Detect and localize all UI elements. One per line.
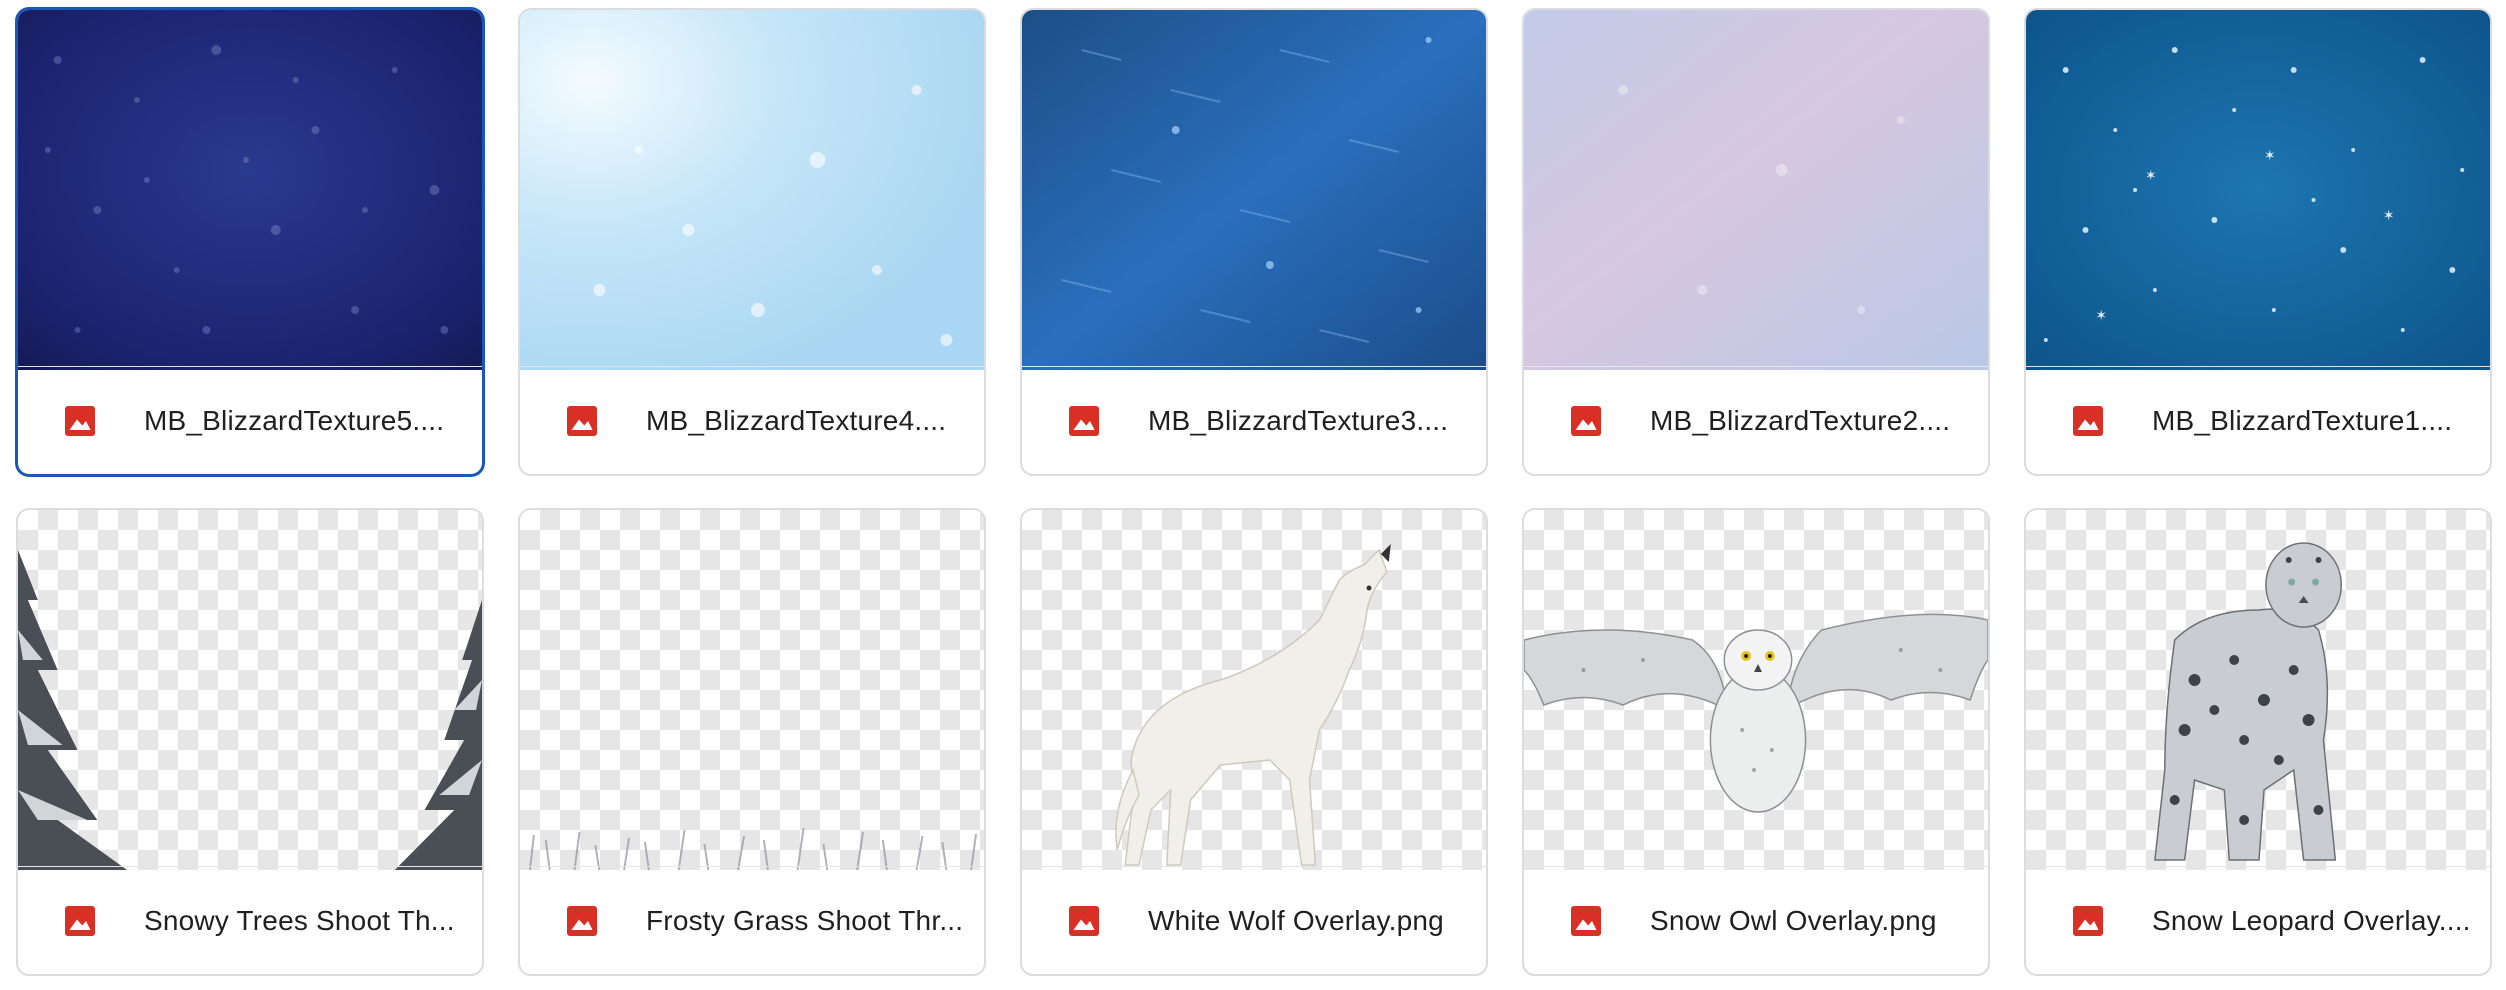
- file-card[interactable]: MB_BlizzardTexture5....: [16, 8, 484, 476]
- file-card[interactable]: Snow Leopard Overlay....: [2024, 508, 2492, 976]
- file-name: MB_BlizzardTexture1....: [2152, 404, 2453, 436]
- image-file-icon: [65, 905, 95, 936]
- file-thumbnail: [1022, 510, 1486, 870]
- file-thumbnail: [18, 510, 482, 870]
- file-card[interactable]: Frosty Grass Shoot Thr...: [518, 508, 986, 976]
- file-thumbnail: [1524, 10, 1988, 370]
- svg-text:✶: ✶: [2383, 208, 2395, 224]
- file-name: Frosty Grass Shoot Thr...: [646, 904, 964, 936]
- file-name: MB_BlizzardTexture3....: [1148, 404, 1449, 436]
- svg-text:✶: ✶: [2145, 168, 2157, 184]
- file-name: White Wolf Overlay.png: [1148, 904, 1444, 936]
- file-name: Snowy Trees Shoot Th...: [144, 904, 455, 936]
- file-card[interactable]: MB_BlizzardTexture2....: [1522, 8, 1990, 476]
- file-footer: MB_BlizzardTexture1....: [2026, 366, 2490, 474]
- image-file-icon: [1571, 905, 1601, 936]
- file-footer: MB_BlizzardTexture3....: [1022, 366, 1486, 474]
- file-thumbnail: [2026, 510, 2490, 870]
- image-file-icon: [2073, 905, 2103, 936]
- file-thumbnail: ✶ ✶ ✶ ✶: [2026, 10, 2490, 370]
- file-footer: Frosty Grass Shoot Thr...: [520, 866, 984, 974]
- file-footer: MB_BlizzardTexture5....: [18, 366, 482, 474]
- file-card[interactable]: Snow Owl Overlay.png: [1522, 508, 1990, 976]
- file-footer: Snow Leopard Overlay....: [2026, 866, 2490, 974]
- file-footer: Snow Owl Overlay.png: [1524, 866, 1988, 974]
- image-file-icon: [1069, 905, 1099, 936]
- file-name: MB_BlizzardTexture2....: [1650, 404, 1951, 436]
- image-file-icon: [1571, 405, 1601, 436]
- file-footer: Snowy Trees Shoot Th...: [18, 866, 482, 974]
- file-card[interactable]: MB_BlizzardTexture4....: [518, 8, 986, 476]
- file-thumbnail: [520, 10, 984, 370]
- file-card[interactable]: White Wolf Overlay.png: [1020, 508, 1488, 976]
- file-footer: MB_BlizzardTexture2....: [1524, 366, 1988, 474]
- image-file-icon: [1069, 405, 1099, 436]
- file-card[interactable]: Snowy Trees Shoot Th...: [16, 508, 484, 976]
- image-file-icon: [65, 405, 95, 436]
- image-file-icon: [567, 405, 597, 436]
- file-name: MB_BlizzardTexture4....: [646, 404, 947, 436]
- file-footer: White Wolf Overlay.png: [1022, 866, 1486, 974]
- file-name: MB_BlizzardTexture5....: [144, 404, 445, 436]
- file-name: Snow Leopard Overlay....: [2152, 904, 2471, 936]
- file-thumbnail: [1524, 510, 1988, 870]
- file-name: Snow Owl Overlay.png: [1650, 904, 1937, 936]
- file-grid: MB_BlizzardTexture5.... MB_BlizzardTextu…: [16, 8, 2492, 976]
- file-footer: MB_BlizzardTexture4....: [520, 366, 984, 474]
- image-file-icon: [2073, 405, 2103, 436]
- svg-text:✶: ✶: [2264, 148, 2276, 164]
- file-card[interactable]: ✶ ✶ ✶ ✶ MB_BlizzardTexture1....: [2024, 8, 2492, 476]
- image-file-icon: [567, 905, 597, 936]
- svg-text:✶: ✶: [2095, 308, 2107, 324]
- file-thumbnail: [1022, 10, 1486, 370]
- file-thumbnail: [520, 510, 984, 870]
- file-thumbnail: [18, 10, 482, 370]
- file-card[interactable]: MB_BlizzardTexture3....: [1020, 8, 1488, 476]
